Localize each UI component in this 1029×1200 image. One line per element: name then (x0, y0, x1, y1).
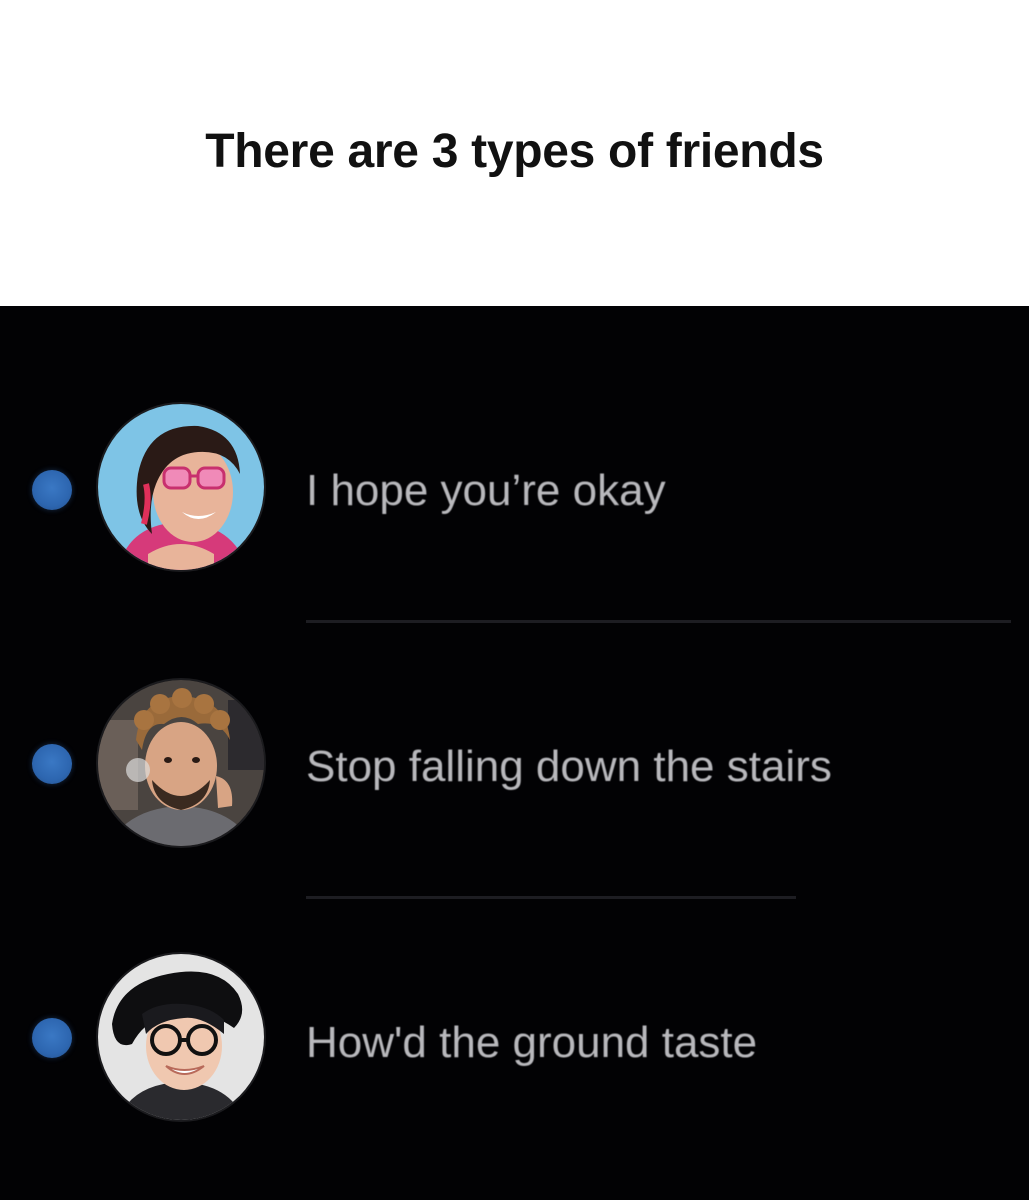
unread-indicator-icon (32, 470, 72, 510)
conversation-row[interactable]: Stop falling down the stairs (0, 678, 1029, 858)
message-list[interactable]: I hope you’re okay Stop falling down the… (0, 306, 1029, 1200)
conversation-row[interactable]: I hope you’re okay (0, 402, 1029, 582)
message-preview: I hope you’re okay (306, 466, 666, 515)
conversation-row[interactable]: How'd the ground taste (0, 952, 1029, 1132)
person-curly-hair-avatar-icon (98, 680, 264, 846)
contact-avatar[interactable] (96, 402, 266, 572)
unread-indicator-icon (32, 1018, 72, 1058)
contact-avatar[interactable] (96, 678, 266, 848)
caption-banner: There are 3 types of friends (0, 0, 1029, 306)
message-preview: Stop falling down the stairs (306, 742, 832, 791)
person-black-hat-glasses-avatar-icon (98, 954, 264, 1120)
row-divider (306, 896, 796, 899)
contact-avatar[interactable] (96, 952, 266, 1122)
message-preview: How'd the ground taste (306, 1018, 758, 1067)
caption-title: There are 3 types of friends (205, 124, 824, 178)
unread-indicator-icon (32, 744, 72, 784)
row-divider (306, 620, 1011, 623)
person-pink-sunglasses-avatar-icon (98, 404, 264, 570)
